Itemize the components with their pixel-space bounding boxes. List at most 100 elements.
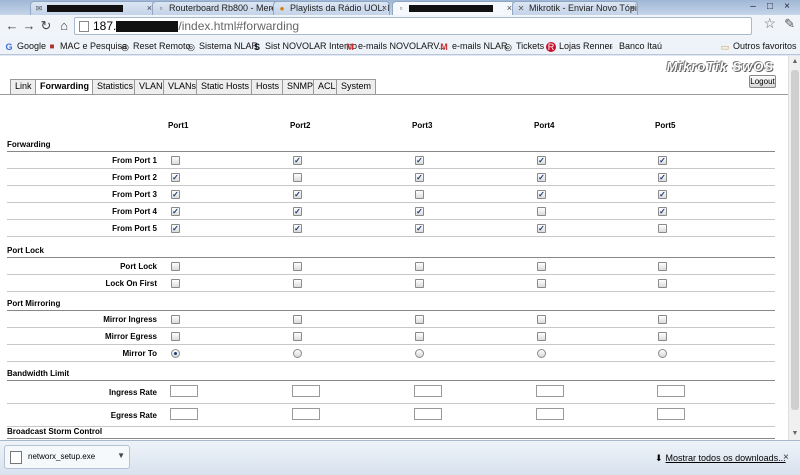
port-checkbox[interactable] — [537, 332, 546, 341]
rate-input[interactable] — [536, 408, 564, 420]
port-checkbox[interactable] — [658, 224, 667, 233]
bookmark-outros-favoritos[interactable]: ▭ Outros favoritos — [720, 39, 797, 53]
port-checkbox[interactable] — [658, 315, 667, 324]
port-checkbox[interactable] — [415, 262, 424, 271]
port-checkbox[interactable]: ✓ — [537, 224, 546, 233]
bookmark-sistema-nlar[interactable]: ◎ Sistema NLAR — [186, 39, 258, 53]
port-checkbox[interactable] — [293, 332, 302, 341]
address-bar[interactable]: 187./index.html#forwarding — [74, 17, 752, 35]
browser-tab-3[interactable]: ● Playlists da Rádio UOL: Dan × — [273, 1, 390, 15]
maximize-icon[interactable]: □ — [763, 1, 777, 12]
close-window-icon[interactable]: × — [780, 1, 794, 12]
tab-statistics[interactable]: Statistics — [92, 79, 139, 94]
close-icon[interactable]: × — [382, 2, 387, 14]
port-checkbox[interactable] — [415, 315, 424, 324]
port-checkbox[interactable] — [415, 190, 424, 199]
minimize-icon[interactable]: – — [746, 1, 760, 12]
rate-input[interactable] — [292, 385, 320, 397]
back-icon[interactable]: ← — [4, 17, 20, 35]
bookmark-tickets[interactable]: ◎ Tickets — [503, 39, 544, 53]
port-checkbox[interactable]: ✓ — [415, 207, 424, 216]
port-checkbox[interactable]: ✓ — [658, 173, 667, 182]
mirror-to-radio[interactable] — [537, 349, 546, 358]
bookmark-mac[interactable]: ◼ MAC e Pesquisa — [47, 39, 128, 53]
port-checkbox[interactable] — [658, 332, 667, 341]
port-checkbox[interactable]: ✓ — [171, 173, 180, 182]
port-checkbox[interactable] — [293, 279, 302, 288]
port-checkbox[interactable]: ✓ — [415, 173, 424, 182]
close-icon[interactable]: × — [630, 2, 635, 14]
bookmark-star-icon[interactable]: ☆ — [763, 15, 776, 32]
forward-icon[interactable]: → — [21, 17, 37, 35]
port-checkbox[interactable]: ✓ — [293, 207, 302, 216]
port-checkbox[interactable] — [171, 279, 180, 288]
port-checkbox[interactable]: ✓ — [658, 207, 667, 216]
tab-hosts[interactable]: Hosts — [251, 79, 285, 94]
port-checkbox[interactable] — [537, 315, 546, 324]
port-checkbox[interactable] — [293, 262, 302, 271]
reload-icon[interactable]: ↻ — [38, 17, 54, 35]
rate-input[interactable] — [292, 408, 320, 420]
port-checkbox[interactable]: ✓ — [537, 190, 546, 199]
scroll-up-icon[interactable]: ▲ — [789, 56, 800, 68]
browser-tab-1[interactable]: ✉ × — [30, 1, 155, 15]
tab-link[interactable]: Link — [10, 79, 37, 94]
bookmark-banco-itau[interactable]: ▫ Banco Itaú — [606, 39, 662, 53]
scroll-thumb[interactable] — [791, 70, 799, 410]
download-item[interactable]: networx_setup.exe ▼ — [4, 445, 130, 469]
port-checkbox[interactable]: ✓ — [171, 224, 180, 233]
logout-button[interactable]: Logout — [749, 75, 776, 88]
rate-input[interactable] — [657, 385, 685, 397]
scroll-down-icon[interactable]: ▼ — [789, 428, 800, 440]
rate-input[interactable] — [170, 385, 198, 397]
port-checkbox[interactable]: ✓ — [293, 224, 302, 233]
port-checkbox[interactable] — [658, 262, 667, 271]
port-checkbox[interactable] — [171, 156, 180, 165]
port-checkbox[interactable] — [415, 279, 424, 288]
bookmark-sist-novolar[interactable]: S Sist NOVOLAR Interno — [252, 39, 357, 53]
port-checkbox[interactable]: ✓ — [415, 224, 424, 233]
port-checkbox[interactable]: ✓ — [293, 156, 302, 165]
bookmark-emails-nlar[interactable]: Me-mails NLAR — [439, 39, 507, 53]
port-checkbox[interactable] — [537, 279, 546, 288]
port-checkbox[interactable]: ✓ — [658, 156, 667, 165]
port-checkbox[interactable] — [293, 173, 302, 182]
rate-input[interactable] — [414, 408, 442, 420]
port-checkbox[interactable]: ✓ — [415, 156, 424, 165]
port-checkbox[interactable]: ✓ — [171, 190, 180, 199]
browser-tab-4[interactable]: ▫ × — [392, 1, 515, 15]
page-scrollbar[interactable]: ▲ ▼ — [788, 56, 800, 440]
mirror-to-radio[interactable] — [293, 349, 302, 358]
rate-input[interactable] — [657, 408, 685, 420]
mirror-to-radio[interactable] — [171, 349, 180, 358]
rate-input[interactable] — [536, 385, 564, 397]
port-checkbox[interactable]: ✓ — [537, 173, 546, 182]
bookmark-lojas-renner[interactable]: R Lojas Renner — [546, 39, 613, 53]
chevron-down-icon[interactable]: ▼ — [117, 451, 125, 460]
tab-system[interactable]: System — [336, 79, 377, 94]
rate-input[interactable] — [414, 385, 442, 397]
wrench-icon[interactable]: ✎ — [784, 16, 795, 32]
port-checkbox[interactable] — [537, 262, 546, 271]
browser-tab-5[interactable]: ✕ Mikrotik - Enviar Novo Tópi × — [512, 1, 638, 15]
port-checkbox[interactable]: ✓ — [293, 190, 302, 199]
port-checkbox[interactable] — [171, 315, 180, 324]
bookmark-google[interactable]: G Google — [4, 39, 46, 53]
mirror-to-radio[interactable] — [415, 349, 424, 358]
tab-static-hosts[interactable]: Static Hosts — [196, 79, 255, 94]
mirror-to-radio[interactable] — [658, 349, 667, 358]
show-all-downloads[interactable]: ⬇ Mostrar todos os downloads... — [655, 453, 786, 464]
port-checkbox[interactable] — [537, 207, 546, 216]
port-checkbox[interactable] — [415, 332, 424, 341]
close-icon[interactable]: × — [783, 452, 789, 463]
port-checkbox[interactable]: ✓ — [537, 156, 546, 165]
rate-input[interactable] — [170, 408, 198, 420]
home-icon[interactable]: ⌂ — [56, 17, 72, 35]
bookmark-emails-novolar[interactable]: Me-mails NOVOLARV... — [345, 39, 446, 53]
port-checkbox[interactable] — [171, 332, 180, 341]
port-checkbox[interactable] — [171, 262, 180, 271]
port-checkbox[interactable] — [293, 315, 302, 324]
port-checkbox[interactable] — [658, 279, 667, 288]
tab-forwarding[interactable]: Forwarding — [35, 79, 94, 95]
browser-tab-2[interactable]: ▫ Routerboard Rb800 - Merca × — [152, 1, 278, 15]
